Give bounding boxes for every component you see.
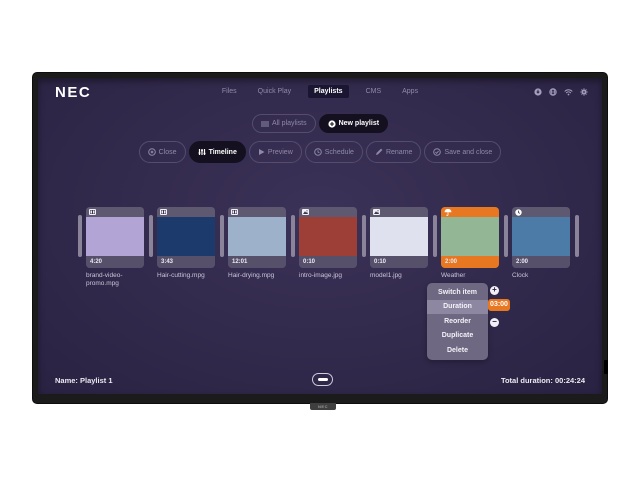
duration-stepper: + 03:00 −	[490, 286, 510, 327]
total-duration-label: Total duration: 00:24:24	[501, 376, 585, 385]
close-button[interactable]: Close	[139, 141, 186, 163]
image-icon	[302, 209, 309, 215]
clock-widget-icon	[515, 207, 522, 221]
umbrella-icon	[444, 207, 452, 221]
nav-tab-files[interactable]: Files	[218, 85, 241, 98]
film-icon	[231, 209, 238, 215]
new-playlist-label: New playlist	[339, 120, 379, 127]
timeline-label: Timeline	[209, 149, 237, 156]
clock-icon	[314, 148, 322, 156]
toolbar: Close Timeline Preview Schedule	[38, 141, 602, 163]
pencil-icon	[375, 148, 383, 156]
timeline-item-clock[interactable]: 2:00	[512, 207, 570, 268]
nav-tab-cms[interactable]: CMS	[362, 85, 386, 98]
item-name: Clock	[512, 272, 570, 280]
menu-item-reorder[interactable]: Reorder	[427, 314, 488, 329]
timeline-item-brand-video[interactable]: 4:20	[86, 207, 144, 268]
power-sensor-notch	[604, 360, 608, 374]
close-label: Close	[159, 149, 177, 156]
all-playlists-label: All playlists	[272, 120, 307, 127]
plus-circle-button[interactable]: +	[490, 286, 499, 295]
timeline-item-weather-selected[interactable]: 2:00	[441, 207, 499, 268]
timeline-unit: 3:43 Hair-cutting.mpg	[149, 207, 220, 280]
schedule-button[interactable]: Schedule	[305, 141, 363, 163]
drop-handle	[149, 215, 153, 257]
drop-handle	[575, 215, 579, 257]
timeline-item-hair-cutting[interactable]: 3:43	[157, 207, 215, 268]
item-name: Hair-drying.mpg	[228, 272, 286, 280]
check-circle-icon	[433, 148, 441, 156]
save-and-close-label: Save and close	[444, 149, 492, 156]
drop-handle	[362, 215, 366, 257]
new-playlist-button[interactable]: New playlist	[319, 114, 388, 133]
drop-handle	[220, 215, 224, 257]
menu-item-duplicate[interactable]: Duplicate	[427, 329, 488, 344]
save-and-close-button[interactable]: Save and close	[424, 141, 501, 163]
item-duration: 12:01	[228, 259, 247, 265]
timeline-unit: 2:00 Weather	[433, 207, 504, 280]
item-name: intro-image.jpg	[299, 272, 357, 280]
drop-handle	[433, 215, 437, 257]
globe-icon[interactable]	[549, 88, 557, 96]
hide-panel-button[interactable]	[312, 373, 333, 386]
drop-handle	[291, 215, 295, 257]
image-icon	[373, 209, 380, 215]
system-icons	[534, 88, 588, 96]
item-duration: 3:43	[157, 259, 173, 265]
main-nav: Files Quick Play Playlists CMS Apps	[38, 85, 602, 98]
screen: NEC Files Quick Play Playlists CMS Apps	[38, 78, 602, 394]
item-name: brand-video-promo.mpg	[86, 272, 144, 289]
item-name: Weather	[441, 272, 499, 280]
duration-value-badge[interactable]: 03:00	[488, 299, 510, 311]
nec-bottom-tab: NEC	[310, 403, 336, 410]
update-icon[interactable]	[534, 88, 542, 96]
film-icon	[160, 209, 167, 215]
nav-tab-apps[interactable]: Apps	[398, 85, 422, 98]
rename-button[interactable]: Rename	[366, 141, 421, 163]
preview-label: Preview	[268, 149, 293, 156]
schedule-label: Schedule	[325, 149, 354, 156]
timeline-unit: 4:20 brand-video-promo.mpg	[78, 207, 149, 289]
monitor-bezel: NEC Files Quick Play Playlists CMS Apps	[33, 73, 607, 403]
timeline-unit: 2:00 Clock	[504, 207, 575, 280]
item-context-menu: Switch item Duration Reorder Duplicate D…	[427, 283, 488, 360]
nav-tab-quick-play[interactable]: Quick Play	[254, 85, 295, 98]
play-icon	[258, 148, 265, 156]
item-name: model1.jpg	[370, 272, 428, 280]
close-circle-icon	[148, 148, 156, 156]
timeline-unit: 0:10 intro-image.jpg	[291, 207, 362, 280]
timeline-strip: 4:20 brand-video-promo.mpg 3:43 Hair-cut…	[78, 207, 579, 289]
item-duration: 4:20	[86, 259, 102, 265]
menu-item-duration[interactable]: Duration	[427, 300, 488, 315]
menu-item-switch-item[interactable]: Switch item	[427, 285, 488, 300]
timeline-item-model1[interactable]: 0:10	[370, 207, 428, 268]
film-icon	[89, 209, 96, 215]
playlist-name-label: Name: Playlist 1	[55, 376, 113, 385]
hamburger-icon	[261, 121, 269, 127]
item-duration: 0:10	[370, 259, 386, 265]
drop-handle	[78, 215, 82, 257]
nav-tab-playlists[interactable]: Playlists	[308, 85, 348, 98]
wifi-icon[interactable]	[564, 88, 573, 96]
item-duration: 0:10	[299, 259, 315, 265]
all-playlists-button[interactable]: All playlists	[252, 114, 316, 133]
item-duration: 2:00	[441, 259, 457, 265]
drop-handle	[504, 215, 508, 257]
timeline-button[interactable]: Timeline	[189, 141, 246, 163]
item-duration: 2:00	[512, 259, 528, 265]
plus-circle-icon	[328, 120, 336, 128]
playlist-bar: All playlists New playlist	[38, 114, 602, 133]
timeline-unit: 0:10 model1.jpg	[362, 207, 433, 280]
minus-bar-icon	[318, 378, 328, 381]
equalizer-icon	[198, 148, 206, 156]
item-name: Hair-cutting.mpg	[157, 272, 215, 280]
timeline-item-hair-drying[interactable]: 12:01	[228, 207, 286, 268]
rename-label: Rename	[386, 149, 412, 156]
minus-circle-button[interactable]: −	[490, 318, 499, 327]
gear-icon[interactable]	[580, 88, 588, 96]
timeline-unit: 12:01 Hair-drying.mpg	[220, 207, 291, 280]
menu-item-delete[interactable]: Delete	[427, 343, 488, 358]
preview-button[interactable]: Preview	[249, 141, 302, 163]
timeline-item-intro-image[interactable]: 0:10	[299, 207, 357, 268]
